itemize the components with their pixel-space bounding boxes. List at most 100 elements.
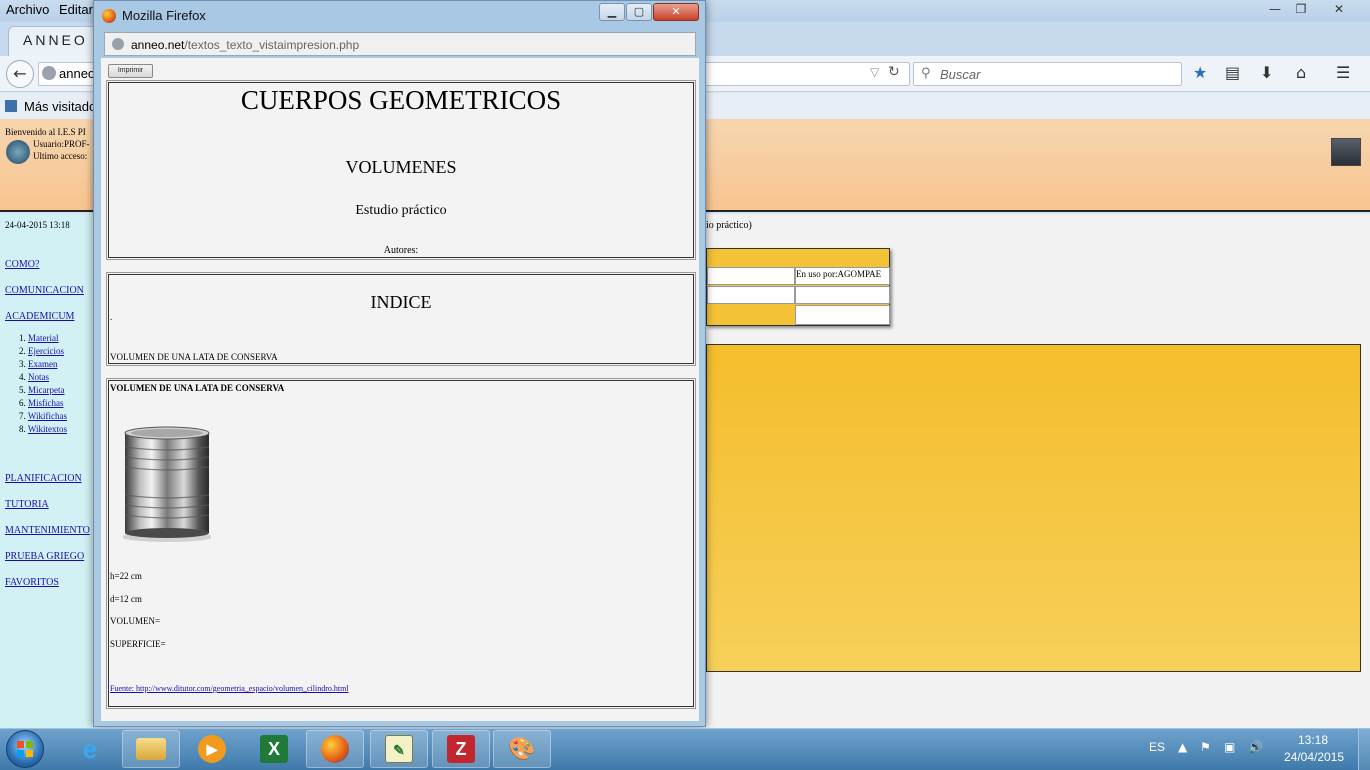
back-arrow-icon[interactable]: ←: [6, 60, 34, 88]
menu-editar[interactable]: Editar: [59, 2, 93, 17]
table-cell: [795, 305, 890, 325]
url-path: /textos_texto_vistaimpresion.php: [184, 38, 360, 52]
tin-can-image: [123, 426, 211, 542]
nav-comunicacion[interactable]: COMUNICACION: [5, 285, 84, 296]
flag-icon[interactable]: ⚑: [1200, 740, 1211, 754]
subnav-item[interactable]: 5. Micarpeta: [19, 385, 64, 395]
taskbar-file-explorer[interactable]: [122, 730, 180, 768]
popup-title: Mozilla Firefox: [122, 8, 206, 23]
estudio-fragment: io práctico): [706, 220, 752, 231]
source-link[interactable]: Fuente: http://www.ditutor.com/geometria…: [110, 684, 349, 693]
clock-date[interactable]: 24/04/2015: [1276, 750, 1352, 764]
bookmark-star-icon[interactable]: ★: [1193, 63, 1207, 82]
surface-label: SUPERFICIE=: [110, 639, 166, 649]
section-title: VOLUMEN DE UNA LATA DE CONSERVA: [110, 383, 285, 393]
index-marker: .: [110, 312, 113, 322]
taskbar-notes[interactable]: ✎: [370, 730, 428, 768]
subnav-item[interactable]: 1. Material: [19, 333, 59, 343]
paint-palette-icon: 🎨: [508, 736, 536, 761]
nav-favoritos[interactable]: FAVORITOS: [5, 577, 59, 588]
content-panel: [706, 344, 1361, 672]
title-box: CUERPOS GEOMETRICOS VOLUMENES Estudio pr…: [106, 80, 696, 260]
download-icon[interactable]: ⬇: [1260, 63, 1273, 82]
home-icon[interactable]: ⌂: [1296, 63, 1306, 82]
print-button[interactable]: Imprimir: [108, 64, 153, 78]
minimize-button[interactable]: ▁: [599, 3, 625, 21]
nav-academicum[interactable]: ACADEMICUM: [5, 311, 74, 322]
windows-logo-icon: [17, 741, 33, 757]
taskbar-filezilla[interactable]: Z: [432, 730, 490, 768]
language-indicator[interactable]: ES: [1149, 740, 1165, 754]
index-box: INDICE . VOLUMEN DE UNA LATA DE CONSERVA: [106, 272, 696, 366]
nav-planificacion[interactable]: PLANIFICACION: [5, 473, 82, 484]
nav-prueba-griego[interactable]: PRUEBA GRIEGO: [5, 551, 84, 562]
avatar[interactable]: [1331, 138, 1361, 166]
clock-time[interactable]: 13:18: [1290, 733, 1336, 747]
document-subtitle: VOLUMENES: [345, 157, 457, 177]
user-label: Usuario:PROF-: [33, 139, 90, 149]
volume-label: VOLUMEN=: [110, 616, 161, 626]
diameter-value: d=12 cm: [110, 594, 142, 604]
show-desktop-button[interactable]: [1358, 729, 1370, 770]
maximize-button[interactable]: ▢: [626, 3, 652, 21]
status-table: [706, 248, 890, 326]
taskbar-internet-explorer[interactable]: e: [61, 730, 119, 768]
index-item: VOLUMEN DE UNA LATA DE CONSERVA: [110, 352, 278, 362]
subnav-item[interactable]: 8. Wikitextos: [19, 424, 67, 434]
popup-window: Mozilla Firefox ▁ ▢ ✕ anneo.net/textos_t…: [93, 0, 706, 727]
table-cell: [795, 286, 890, 304]
date-label: 24-04-2015 13:18: [5, 220, 70, 230]
nav-como[interactable]: COMO?: [5, 259, 39, 270]
subnav-item[interactable]: 2. Ejercicios: [19, 346, 64, 356]
subnav-item[interactable]: 4. Notas: [19, 372, 49, 382]
popup-url-bar[interactable]: anneo.net/textos_texto_vistaimpresion.ph…: [104, 32, 696, 56]
school-logo: [6, 140, 30, 164]
reload-icon[interactable]: ↻: [888, 64, 900, 80]
filezilla-icon: Z: [447, 735, 475, 763]
height-value: h=22 cm: [110, 571, 142, 581]
bookmarks-icon: [5, 100, 17, 112]
notes-icon: ✎: [385, 735, 413, 763]
table-cell: [707, 267, 795, 285]
table-cell: [707, 286, 795, 304]
firefox-icon: [102, 9, 116, 23]
bookmark-most-visited[interactable]: Más visitados: [24, 99, 103, 114]
firefox-icon: [321, 735, 349, 763]
in-use-label: En uso por:AGOMPAE: [796, 269, 882, 279]
volume-icon[interactable]: 🔊: [1248, 740, 1263, 754]
media-player-icon: ▶: [198, 735, 226, 763]
print-preview-page: Imprimir CUERPOS GEOMETRICOS VOLUMENES E…: [101, 58, 699, 721]
show-hidden-icons-icon[interactable]: ▲: [1178, 740, 1187, 754]
taskbar-paint[interactable]: 🎨: [493, 730, 551, 768]
url-host: anneo.net: [131, 38, 185, 52]
document-estudio: Estudio práctico: [355, 203, 447, 218]
subnav-item[interactable]: 7. Wikifichas: [19, 411, 67, 421]
url-dropdown-icon[interactable]: ▽: [870, 65, 879, 79]
globe-icon: [112, 38, 124, 50]
close-button[interactable]: ✕: [653, 3, 699, 21]
taskbar-excel[interactable]: X: [245, 730, 303, 768]
taskbar-media-player[interactable]: ▶: [183, 730, 241, 768]
menu-icon[interactable]: ☰: [1336, 63, 1350, 82]
last-access-label: Ultimo acceso:: [33, 151, 88, 161]
bg-maximize-button[interactable]: ❐: [1288, 1, 1314, 18]
nav-mantenimiento[interactable]: MANTENIMIENTO: [5, 525, 90, 536]
bg-minimize-button[interactable]: —: [1262, 1, 1288, 18]
excel-icon: X: [260, 735, 288, 763]
taskbar-firefox[interactable]: [306, 730, 364, 768]
subnav-item[interactable]: 3. Examen: [19, 359, 58, 369]
user-info: Usuario:PROF- Ultimo acceso:: [33, 138, 90, 162]
welcome-text: Bienvenido al I.E.S PI: [5, 127, 86, 137]
subnav-item[interactable]: 6. Misfichas: [19, 398, 64, 408]
document-autores: Autores:: [383, 245, 419, 256]
index-title: INDICE: [370, 292, 432, 312]
nav-tutoria[interactable]: TUTORIA: [5, 499, 49, 510]
search-icon: ⚲: [921, 66, 931, 81]
network-icon[interactable]: ▣: [1224, 740, 1235, 754]
section-box: VOLUMEN DE UNA LATA DE CONSERVA h=22 cm …: [106, 378, 696, 709]
bookmarks-list-icon[interactable]: ▤: [1225, 63, 1240, 82]
bg-close-button[interactable]: ✕: [1326, 1, 1352, 18]
document-title: CUERPOS GEOMETRICOS: [240, 85, 562, 115]
search-input[interactable]: ⚲ Buscar: [913, 62, 1182, 86]
menu-archivo[interactable]: Archivo: [6, 2, 49, 17]
